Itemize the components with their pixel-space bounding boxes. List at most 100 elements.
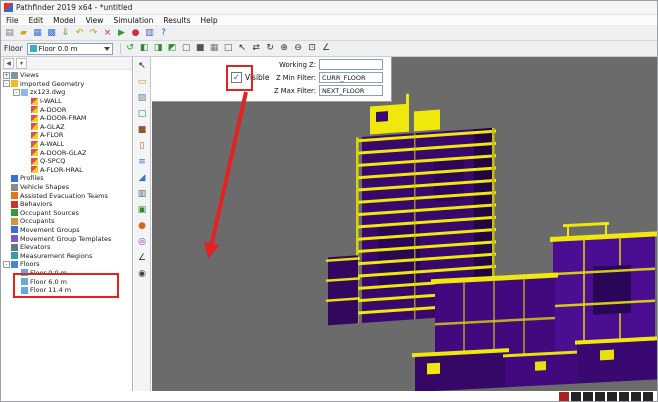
waypoint-tool-icon[interactable]: ◎	[136, 236, 149, 249]
zoom-fit-icon[interactable]: ⊡	[306, 42, 319, 55]
open-file-icon[interactable]: ▰	[17, 27, 30, 40]
tree-item-layer-a-door[interactable]: A-DOOR	[1, 105, 132, 114]
working-z-input[interactable]	[319, 59, 383, 70]
tree-item-layer-a-glaz[interactable]: A-GLAZ	[1, 123, 132, 132]
tree-expander-icon[interactable]	[3, 209, 10, 216]
title-bar[interactable]: Pathfinder 2019 x64 - *untitled	[1, 1, 657, 15]
occupant-tool-icon[interactable]: ●	[136, 220, 149, 233]
delete-icon[interactable]: ×	[101, 27, 114, 40]
tree-expander-icon[interactable]: -	[13, 89, 20, 96]
tree-expander-icon[interactable]	[3, 218, 10, 225]
tree-item-floor-11-4[interactable]: Floor 11.4 m	[1, 286, 132, 295]
tree-expander-icon[interactable]	[3, 252, 10, 259]
redo-icon[interactable]: ↷	[87, 27, 100, 40]
tree-expander-icon[interactable]	[23, 98, 30, 105]
tree-expander-icon[interactable]	[13, 278, 20, 285]
tree-item-movement-group-templates[interactable]: Movement Group Templates	[1, 234, 132, 243]
tree-item-floor-6-0[interactable]: Floor 6.0 m	[1, 277, 132, 286]
menu-edit[interactable]: Edit	[24, 16, 49, 25]
select-tool-icon[interactable]: ↖	[136, 60, 149, 73]
background-image-tool-icon[interactable]: ▨	[136, 92, 149, 105]
help-icon[interactable]: ?	[157, 27, 170, 40]
room-tool-icon[interactable]: ▢	[136, 108, 149, 121]
tree-expander-icon[interactable]	[3, 192, 10, 199]
tree-expander-icon[interactable]	[3, 184, 10, 191]
tree-expander-icon[interactable]	[3, 175, 10, 182]
menu-results[interactable]: Results	[158, 16, 195, 25]
tree-expander-icon[interactable]: -	[3, 261, 10, 268]
tree-expander-icon[interactable]: -	[3, 80, 10, 87]
iso-view-icon[interactable]: ◩	[166, 42, 179, 55]
undo-icon[interactable]: ↶	[73, 27, 86, 40]
record-view-icon[interactable]: ●	[129, 27, 142, 40]
tree-item-layer-a-door-fram[interactable]: A-DOOR-FRAM	[1, 114, 132, 123]
zoom-out-icon[interactable]: ⊖	[292, 42, 305, 55]
save-all-icon[interactable]: ▩	[45, 27, 58, 40]
select-mode-icon[interactable]: ↖	[236, 42, 249, 55]
exit-tool-icon[interactable]: ▣	[136, 204, 149, 217]
results-icon[interactable]: ▥	[143, 27, 156, 40]
elevator-tool-icon[interactable]: ▥	[136, 188, 149, 201]
floor-selector[interactable]: Floor 0.0 m	[27, 43, 113, 55]
menu-file[interactable]: File	[1, 16, 24, 25]
tree-expander-icon[interactable]	[3, 201, 10, 208]
measure-icon[interactable]: ∠	[320, 42, 333, 55]
tree-item-assisted-evacuation-teams[interactable]: Assisted Evacuation Teams	[1, 191, 132, 200]
tree-item-measurement-regions[interactable]: Measurement Regions	[1, 251, 132, 260]
tree-expander-icon[interactable]	[23, 158, 30, 165]
tree-item-floor-0-0[interactable]: Floor 0.0 m	[1, 269, 132, 278]
tree-expander-icon[interactable]	[23, 115, 30, 122]
menu-help[interactable]: Help	[195, 16, 222, 25]
camera-tool-icon[interactable]: ◉	[136, 268, 149, 281]
z-min-filter-input[interactable]	[319, 72, 383, 83]
tree-item-behaviors[interactable]: Behaviors	[1, 200, 132, 209]
menu-view[interactable]: View	[81, 16, 109, 25]
solid-mode-icon[interactable]: ■	[194, 42, 207, 55]
floor-tool-icon[interactable]: ▭	[136, 76, 149, 89]
side-view-icon[interactable]: ◨	[152, 42, 165, 55]
tree-expander-icon[interactable]	[23, 166, 30, 173]
tree-expander-icon[interactable]: +	[3, 72, 10, 79]
new-file-icon[interactable]: ▤	[3, 27, 16, 40]
tree-expander-icon[interactable]	[23, 141, 30, 148]
front-view-icon[interactable]: ◧	[138, 42, 151, 55]
pan-mode-icon[interactable]: ⇄	[250, 42, 263, 55]
tree-item-views[interactable]: + Views	[1, 71, 132, 80]
visible-checkbox[interactable]: ✓	[231, 72, 242, 83]
menu-model[interactable]: Model	[48, 16, 81, 25]
tree-item-vehicle-shapes[interactable]: Vehicle Shapes	[1, 183, 132, 192]
tree-item-layer-i-wall[interactable]: I-WALL	[1, 97, 132, 106]
tree-expander-icon[interactable]	[3, 244, 10, 251]
tree-item-zx123-dwg[interactable]: - zx123.dwg	[1, 88, 132, 97]
tree-item-profiles[interactable]: Profiles	[1, 174, 132, 183]
door-tool-icon[interactable]: ▯	[136, 140, 149, 153]
reset-view-icon[interactable]: ↺	[124, 42, 137, 55]
building-model[interactable]	[317, 87, 657, 391]
stairs-tool-icon[interactable]: ≡	[136, 156, 149, 169]
obstruction-tool-icon[interactable]: ■	[136, 124, 149, 137]
tree-expander-icon[interactable]	[23, 123, 30, 130]
ramp-tool-icon[interactable]: ◢	[136, 172, 149, 185]
tree-expander-icon[interactable]	[23, 132, 30, 139]
transparent-mode-icon[interactable]: □	[222, 42, 235, 55]
tree-expander-icon[interactable]	[13, 287, 20, 294]
tree-item-occupants[interactable]: Occupants	[1, 217, 132, 226]
tree-item-floors[interactable]: - Floors	[1, 260, 132, 269]
save-icon[interactable]: ▦	[31, 27, 44, 40]
tree-expander-icon[interactable]	[3, 235, 10, 242]
tree-expander-icon[interactable]	[23, 106, 30, 113]
tree-item-layer-a-wall[interactable]: A-WALL	[1, 140, 132, 149]
show-all-icon[interactable]: ▢	[180, 42, 193, 55]
run-simulation-icon[interactable]: ▶	[115, 27, 128, 40]
panel-menu-icon[interactable]: ▾	[16, 58, 27, 69]
tree-expander-icon[interactable]	[3, 226, 10, 233]
tree-expander-icon[interactable]	[23, 149, 30, 156]
import-model-icon[interactable]: ⇩	[59, 27, 72, 40]
tree-item-layer-a-door-glaz[interactable]: A-DOOR-GLAZ	[1, 148, 132, 157]
tree-item-layer-a-flor[interactable]: A-FLOR	[1, 131, 132, 140]
tree-item-occupant-sources[interactable]: Occupant Sources	[1, 209, 132, 218]
tree-item-elevators[interactable]: Elevators	[1, 243, 132, 252]
tree-expander-icon[interactable]	[13, 269, 20, 276]
tree-item-movement-groups[interactable]: Movement Groups	[1, 226, 132, 235]
tree-item-layer-a-flor-hral[interactable]: A-FLOR-HRAL	[1, 166, 132, 175]
